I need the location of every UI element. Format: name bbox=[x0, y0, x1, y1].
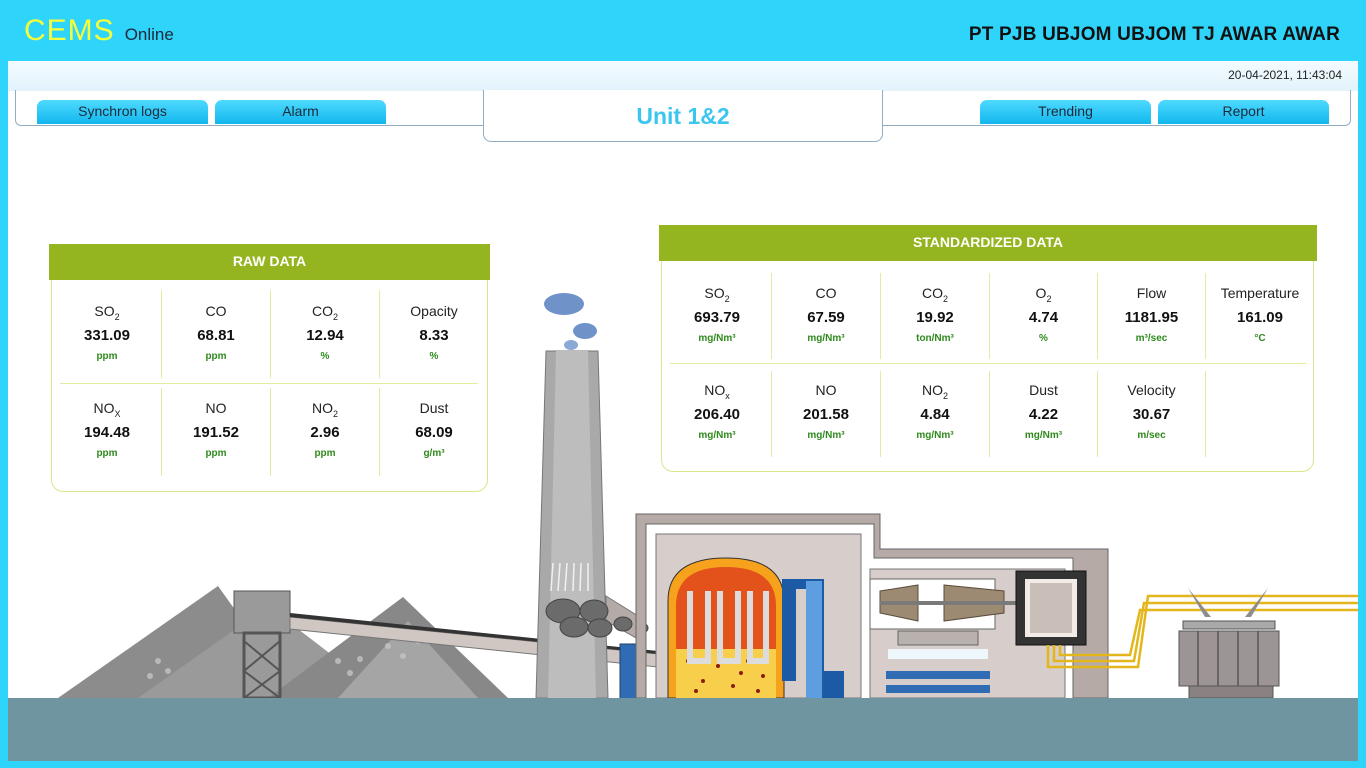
brand-main: CEMS bbox=[24, 14, 115, 47]
std-nox: NOx 206.40 mg/Nm³ bbox=[662, 382, 772, 441]
std-co2: CO2 19.92 ton/Nm³ bbox=[880, 285, 990, 344]
company-name: PT PJB UBJOM UBJOM TJ AWAR AWAR bbox=[968, 24, 1340, 45]
raw-dust-value: 68.09 bbox=[415, 424, 453, 441]
standardized-data-panel: SO2 693.79 mg/Nm³ CO 67.59 mg/Nm³ CO2 19… bbox=[661, 261, 1314, 472]
std-no2-value: 4.84 bbox=[920, 406, 950, 423]
std-nox-value: 206.40 bbox=[694, 406, 740, 423]
std-no-value: 201.58 bbox=[803, 406, 849, 423]
std-so2: SO2 693.79 mg/Nm³ bbox=[662, 285, 772, 344]
raw-data-header: RAW DATA bbox=[49, 244, 490, 280]
raw-co-value: 68.81 bbox=[197, 327, 235, 344]
std-no: NO 201.58 mg/Nm³ bbox=[771, 382, 881, 441]
raw-co: CO 68.81 ppm bbox=[161, 303, 271, 362]
main-panel: 20-04-2021, 11:43:04 Synchron logs Alarm… bbox=[8, 61, 1358, 761]
smoke-3 bbox=[564, 340, 578, 350]
raw-dust: Dust 68.09 g/m³ bbox=[379, 400, 489, 459]
raw-co2: CO2 12.94 % bbox=[270, 303, 380, 362]
brand-sub: Online bbox=[124, 25, 174, 44]
conveyor-hopper bbox=[233, 590, 291, 634]
std-flow-value: 1181.95 bbox=[1124, 309, 1179, 326]
raw-nox: NOX 194.48 ppm bbox=[52, 400, 162, 459]
std-o2-value: 4.74 bbox=[1028, 309, 1059, 326]
raw-co2-value: 12.94 bbox=[306, 327, 344, 344]
std-velocity: Velocity 30.67 m/sec bbox=[1097, 382, 1206, 441]
std-temperature: Temperature 161.09 °C bbox=[1205, 285, 1315, 344]
smoke-2 bbox=[573, 323, 597, 339]
raw-no-value: 191.52 bbox=[193, 424, 239, 441]
transformer-top bbox=[1182, 620, 1276, 630]
raw-no2: NO2 2.96 ppm bbox=[270, 400, 380, 459]
std-flow: Flow 1181.95 m³/sec bbox=[1097, 285, 1206, 344]
raw-so2: SO2 331.09 ppm bbox=[52, 303, 162, 362]
standardized-data-header: STANDARDIZED DATA bbox=[659, 225, 1317, 261]
std-velocity-value: 30.67 bbox=[1132, 406, 1171, 423]
std-o2: O2 4.74 % bbox=[989, 285, 1098, 344]
raw-opacity-value: 8.33 bbox=[419, 327, 449, 344]
raw-opacity: Opacity 8.33 % bbox=[379, 303, 489, 362]
transformer bbox=[1178, 630, 1280, 687]
raw-so2-value: 331.09 bbox=[84, 327, 130, 344]
std-dust: Dust 4.22 mg/Nm³ bbox=[989, 382, 1098, 441]
std-no2: NO2 4.84 mg/Nm³ bbox=[880, 382, 990, 441]
std-co-value: 67.59 bbox=[807, 309, 845, 326]
std-co2-value: 19.92 bbox=[916, 309, 954, 326]
raw-data-panel: SO2 331.09 ppm CO 68.81 ppm CO2 12.94 % … bbox=[51, 280, 488, 492]
raw-no: NO 191.52 ppm bbox=[161, 400, 271, 459]
smoke-1 bbox=[544, 293, 584, 315]
ground bbox=[8, 698, 1358, 761]
raw-nox-value: 194.48 bbox=[84, 424, 130, 441]
std-so2-value: 693.79 bbox=[694, 309, 740, 326]
std-temperature-value: 161.09 bbox=[1237, 309, 1283, 326]
top-bar: CEMS Online PT PJB UBJOM UBJOM TJ AWAR A… bbox=[0, 0, 1366, 61]
std-co: CO 67.59 mg/Nm³ bbox=[771, 285, 881, 344]
raw-no2-value: 2.96 bbox=[310, 424, 340, 441]
std-dust-value: 4.22 bbox=[1028, 406, 1059, 423]
brand-logo: CEMS Online bbox=[24, 14, 174, 48]
